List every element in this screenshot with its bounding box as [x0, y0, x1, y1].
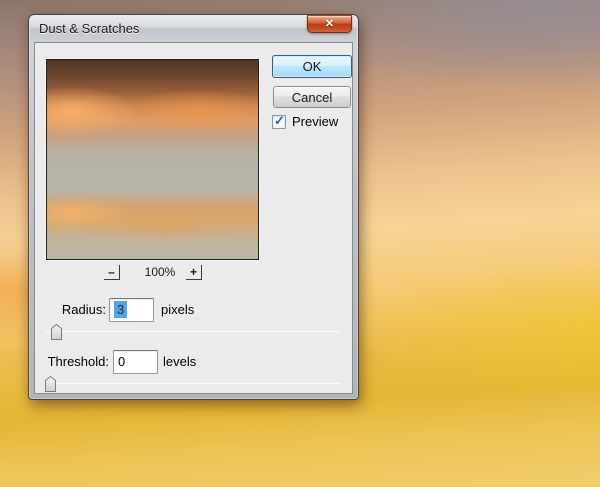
radius-value: 3 — [114, 301, 128, 318]
preview-checkbox-label: Preview — [292, 114, 339, 129]
radius-slider-thumb[interactable] — [51, 323, 62, 340]
threshold-slider-track[interactable] — [45, 383, 340, 384]
ok-button[interactable]: OK — [272, 55, 352, 78]
threshold-unit-label: levels — [163, 354, 197, 369]
cancel-button[interactable]: Cancel — [273, 86, 351, 108]
radius-label: Radius: — [61, 302, 106, 317]
dust-scratches-dialog: Dust & Scratches ✕ – 100% + Radius: 3 pi… — [28, 14, 359, 400]
radius-slider-track[interactable] — [45, 331, 340, 332]
zoom-out-button[interactable]: – — [104, 265, 120, 280]
threshold-slider-thumb[interactable] — [45, 375, 56, 392]
preview-option: ✓ Preview — [272, 112, 339, 129]
checkmark-icon: ✓ — [274, 112, 285, 128]
radius-input[interactable]: 3 — [109, 298, 154, 322]
radius-unit-label: pixels — [161, 302, 195, 317]
radius-slider[interactable] — [45, 323, 340, 340]
preview-image — [47, 60, 258, 259]
threshold-slider[interactable] — [45, 375, 340, 392]
zoom-in-button[interactable]: + — [186, 265, 202, 280]
preview-checkbox[interactable]: ✓ — [272, 112, 286, 129]
close-button[interactable]: ✕ — [307, 15, 352, 33]
threshold-value: 0 — [118, 354, 126, 369]
threshold-label: Threshold: — [47, 354, 109, 369]
desktop: Dust & Scratches ✕ – 100% + Radius: 3 pi… — [0, 0, 600, 487]
dialog-body: – 100% + Radius: 3 pixels Threshold: 0 l… — [34, 42, 353, 394]
threshold-input[interactable]: 0 — [113, 350, 158, 374]
close-icon: ✕ — [324, 17, 335, 30]
filter-preview[interactable] — [46, 59, 259, 260]
zoom-level: 100% — [144, 265, 176, 279]
dialog-title: Dust & Scratches — [39, 21, 140, 36]
